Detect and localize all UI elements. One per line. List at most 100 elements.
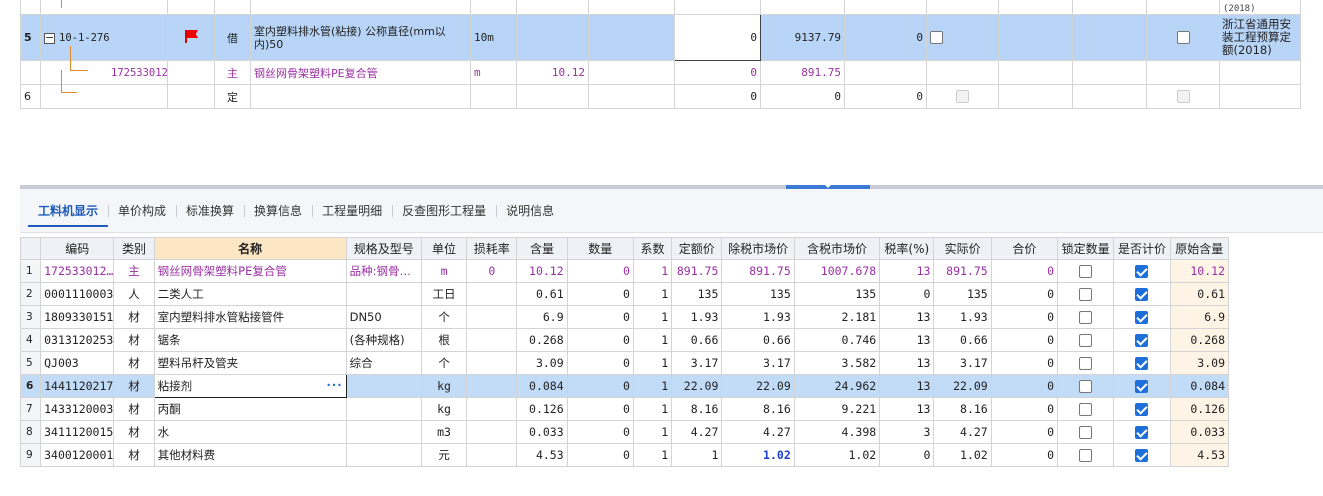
priced-cell[interactable] — [1113, 282, 1171, 306]
priced-checkbox-checked[interactable] — [1135, 403, 1149, 416]
unit-cell[interactable]: m — [420, 259, 468, 283]
material-code-cell[interactable]: 172533012301 — [40, 60, 168, 85]
base-price-cell[interactable]: 135 — [671, 282, 723, 306]
material-name-cell[interactable]: 钢丝网骨架塑料PE复合管 — [250, 60, 471, 85]
price-cell[interactable]: 0 — [760, 84, 845, 109]
tab-labor-material-machine[interactable]: 工料机显示 — [28, 201, 109, 227]
loss-rate-cell[interactable] — [466, 305, 518, 329]
name-cell[interactable]: 钢丝网骨架塑料PE复合管 — [153, 259, 347, 283]
table-row-quota-5[interactable]: 5 −10-1-276 借 室内塑料排水管(粘接) 公称直径(mm以内)50 1… — [20, 14, 1301, 61]
lock-quantity-cell[interactable] — [1057, 420, 1115, 444]
actual-price-cell[interactable]: 4.27 — [933, 420, 992, 444]
checkbox-cell[interactable] — [1146, 14, 1220, 61]
quantity-cell[interactable]: 0 — [566, 397, 634, 421]
quantity-input[interactable]: 0 — [674, 14, 761, 61]
spec-cell[interactable]: 品种:钢骨… — [345, 259, 422, 283]
market-price-inc-tax-cell[interactable]: 4.398 — [793, 420, 881, 444]
tab-standard-conversion[interactable]: 标准换算 — [176, 201, 244, 221]
quantity-cell[interactable]: 0 — [566, 259, 634, 283]
base-price-cell[interactable]: 0.66 — [671, 328, 723, 352]
name-cell[interactable]: 锯条 — [153, 328, 347, 352]
tax-rate-cell[interactable]: 13 — [879, 305, 935, 329]
unit-cell[interactable]: kg — [420, 397, 468, 421]
base-price-cell[interactable]: 22.09 — [671, 374, 723, 398]
col-header-unit[interactable]: 单位 — [420, 237, 468, 260]
coefficient-cell[interactable]: 1 — [632, 328, 673, 352]
original-content-cell[interactable]: 0.126 — [1169, 397, 1230, 421]
original-content-cell[interactable]: 4.53 — [1169, 443, 1230, 467]
coefficient-cell[interactable]: 1 — [632, 443, 673, 467]
quantity-cell[interactable]: 0 — [566, 351, 634, 375]
price-cell[interactable]: 891.75 — [760, 60, 845, 85]
subtotal-cell[interactable]: 0 — [990, 351, 1059, 375]
col-header-base-price[interactable]: 定额价 — [671, 237, 723, 260]
coefficient-cell[interactable]: 1 — [632, 397, 673, 421]
code-cell[interactable]: 1433120003 — [40, 397, 115, 421]
loss-rate-cell[interactable] — [466, 420, 518, 444]
market-price-ex-tax-cell[interactable]: 1.93 — [721, 305, 795, 329]
price-cell[interactable]: 9137.79 — [760, 14, 845, 61]
col-header-original-content[interactable]: 原始含量 — [1169, 237, 1230, 260]
actual-price-cell[interactable]: 8.16 — [933, 397, 992, 421]
spec-cell[interactable]: DN50 — [345, 305, 422, 329]
market-price-ex-tax-cell[interactable]: 891.75 — [721, 259, 795, 283]
loss-rate-cell[interactable] — [466, 282, 518, 306]
base-price-cell[interactable]: 1 — [671, 443, 723, 467]
lock-quantity-checkbox[interactable] — [1079, 403, 1093, 416]
quantity-cell[interactable]: 0 — [566, 305, 634, 329]
checkbox[interactable] — [1176, 31, 1190, 45]
col-header-actual-price[interactable]: 实际价 — [933, 237, 992, 260]
lock-quantity-checkbox[interactable] — [1079, 265, 1093, 278]
market-price-inc-tax-cell[interactable]: 2.181 — [793, 305, 881, 329]
original-content-cell[interactable]: 0.268 — [1169, 328, 1230, 352]
content-cell[interactable]: 0.084 — [516, 374, 568, 398]
category-cell[interactable]: 材 — [113, 374, 155, 398]
loss-rate-cell[interactable] — [466, 351, 518, 375]
name-cell[interactable]: 其他材料费 — [153, 443, 347, 467]
base-price-cell[interactable]: 4.27 — [671, 420, 723, 444]
code-cell[interactable]: 0001110003 — [40, 282, 115, 306]
content-cell[interactable]: 0.126 — [516, 397, 568, 421]
table-row[interactable]: 4 0313120253 材锯条 (各种规格) 根 0.268 0 1 0.66 0.66 0.74… — [19, 328, 1230, 352]
col-header-subtotal[interactable]: 合价 — [990, 237, 1059, 260]
subtotal-cell[interactable]: 0 — [990, 397, 1059, 421]
empty-cell[interactable] — [588, 14, 675, 61]
coefficient-cell[interactable]: 1 — [632, 259, 673, 283]
tab-quantity-details[interactable]: 工程量明细 — [312, 201, 392, 221]
type-cell[interactable]: 借 — [214, 14, 251, 61]
category-cell[interactable]: 人 — [113, 282, 155, 306]
unit-cell[interactable]: m3 — [420, 420, 468, 444]
priced-cell[interactable] — [1113, 328, 1171, 352]
quantity-cell[interactable]: 0 — [566, 282, 634, 306]
original-content-cell[interactable]: 3.09 — [1169, 351, 1230, 375]
col-header-content[interactable]: 含量 — [516, 237, 568, 260]
unit-cell[interactable]: 元 — [420, 443, 468, 467]
quantity-cell[interactable]: 0 — [566, 443, 634, 467]
quantity-cell[interactable]: 0 — [674, 84, 761, 109]
base-price-cell[interactable]: 1.93 — [671, 305, 723, 329]
market-price-ex-tax-cell[interactable]: 4.27 — [721, 420, 795, 444]
coefficient-cell[interactable]: 1 — [632, 351, 673, 375]
subtotal-cell[interactable]: 0 — [990, 259, 1059, 283]
category-cell[interactable]: 材 — [113, 397, 155, 421]
spec-cell[interactable] — [345, 397, 422, 421]
loss-rate-cell[interactable] — [466, 328, 518, 352]
tax-rate-cell[interactable]: 0 — [879, 443, 935, 467]
coefficient-cell[interactable]: 1 — [632, 374, 673, 398]
priced-cell[interactable] — [1113, 305, 1171, 329]
original-content-cell[interactable]: 10.12 — [1169, 259, 1230, 283]
loss-rate-cell[interactable] — [466, 397, 518, 421]
lock-quantity-checkbox[interactable] — [1079, 311, 1093, 324]
name-cell[interactable]: 塑料吊杆及管夹 — [153, 351, 347, 375]
content-cell[interactable]: 6.9 — [516, 305, 568, 329]
col-header-market-price-ex-tax[interactable]: 除税市场价 — [721, 237, 795, 260]
type-cell[interactable]: 主 — [214, 60, 251, 85]
original-content-cell[interactable]: 0.61 — [1169, 282, 1230, 306]
tab-unit-price-composition[interactable]: 单价构成 — [108, 201, 176, 221]
subtotal-cell[interactable]: 0 — [990, 420, 1059, 444]
priced-cell[interactable] — [1113, 397, 1171, 421]
empty-cell[interactable] — [998, 14, 1073, 61]
priced-checkbox-checked[interactable] — [1135, 311, 1149, 324]
more-options-button[interactable]: ··· — [326, 378, 342, 392]
spec-cell[interactable]: 综合 — [345, 351, 422, 375]
